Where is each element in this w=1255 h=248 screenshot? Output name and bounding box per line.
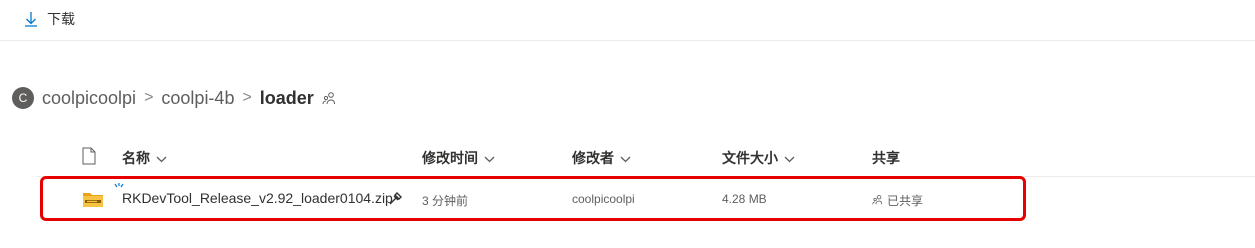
column-header-sharing[interactable]: 共享 xyxy=(872,148,900,168)
file-size-cell: 4.28 MB xyxy=(722,192,767,206)
column-header-modified-by[interactable]: 修改者 xyxy=(572,148,631,168)
breadcrumb-item-current: loader xyxy=(259,87,314,108)
sharing-label: 已共享 xyxy=(887,194,924,208)
shared-people-icon[interactable] xyxy=(322,91,336,105)
breadcrumb-item-folder[interactable]: coolpi-4b xyxy=(161,88,234,109)
table-row[interactable]: RKDevTool_Release_v2.92_loader0104.zip 3… xyxy=(36,178,1255,222)
breadcrumb-separator: > xyxy=(144,89,154,106)
chevron-down-icon xyxy=(484,150,495,166)
list-header: 名称 修改时间 修改者 文件大小 共享 xyxy=(36,138,1255,177)
breadcrumb-separator: > xyxy=(242,89,252,106)
breadcrumb: C coolpicoolpi > coolpi-4b > loader xyxy=(12,84,336,112)
chevron-down-icon xyxy=(784,150,795,166)
column-modified-by-label: 修改者 xyxy=(572,150,614,166)
shared-people-icon xyxy=(872,194,883,208)
column-header-name[interactable]: 名称 xyxy=(122,148,167,168)
file-type-icon[interactable] xyxy=(82,147,96,168)
column-name-label: 名称 xyxy=(122,150,150,166)
download-label: 下载 xyxy=(47,11,75,27)
zip-folder-icon xyxy=(82,190,104,211)
modified-by-link[interactable]: coolpicoolpi xyxy=(572,192,635,206)
download-icon xyxy=(24,11,38,27)
avatar[interactable]: C xyxy=(12,87,34,109)
chevron-down-icon xyxy=(156,150,167,166)
chevron-down-icon xyxy=(620,150,631,166)
download-button[interactable]: 下载 xyxy=(24,9,75,29)
breadcrumb-item-owner[interactable]: coolpicoolpi xyxy=(42,88,136,109)
column-header-size[interactable]: 文件大小 xyxy=(722,148,795,168)
column-header-modified[interactable]: 修改时间 xyxy=(422,148,495,168)
column-sharing-label: 共享 xyxy=(872,150,900,166)
column-size-label: 文件大小 xyxy=(722,150,778,166)
column-modified-label: 修改时间 xyxy=(422,150,478,166)
file-name-link[interactable]: RKDevTool_Release_v2.92_loader0104.zip xyxy=(122,190,393,206)
command-bar: 下载 xyxy=(0,0,1255,41)
modified-cell: 3 分钟前 xyxy=(422,194,469,208)
more-actions-icon[interactable] xyxy=(388,192,402,209)
sharing-status[interactable]: 已共享 xyxy=(872,192,923,209)
